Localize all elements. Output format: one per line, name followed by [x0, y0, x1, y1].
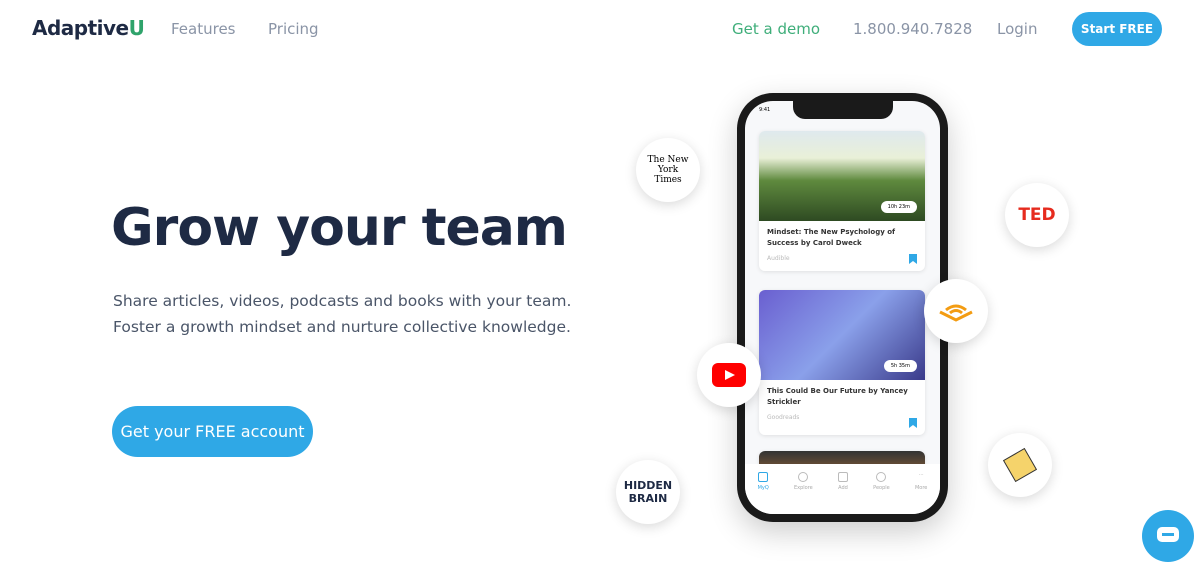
chat-button[interactable]: [1142, 510, 1194, 562]
hero-subtitle-2: Foster a growth mindset and nurture coll…: [113, 318, 571, 336]
card-title: This Could Be Our Future by Yancey Stric…: [767, 387, 908, 406]
start-free-button[interactable]: Start FREE: [1072, 12, 1162, 46]
audible-logo-icon: [924, 279, 988, 343]
card-image: 5h 35m: [759, 290, 925, 380]
newspaper-logo-icon: [988, 433, 1052, 497]
status-time: 9:41: [759, 107, 771, 113]
nyt-logo-icon: The New York Times: [636, 138, 700, 202]
phone-mockup: 9:41 10h 23m Mindset: The New Psychology…: [737, 93, 948, 522]
tab-myq[interactable]: MyQ: [758, 472, 769, 514]
duration-badge: 5h 35m: [883, 360, 917, 372]
card-image: 10h 23m: [759, 131, 925, 221]
card-title: Mindset: The New Psychology of Success b…: [767, 228, 896, 247]
content-card: 5h 35m This Could Be Our Future by Yance…: [759, 290, 925, 435]
chat-icon: [1157, 527, 1179, 542]
hero-title: Grow your team: [111, 198, 568, 258]
login-link[interactable]: Login: [997, 20, 1037, 38]
hidden-brain-logo-icon: HIDDEN BRAIN: [616, 460, 680, 524]
nav-features[interactable]: Features: [171, 20, 236, 38]
card-source: Goodreads: [767, 414, 800, 421]
tab-add[interactable]: Add: [837, 472, 848, 514]
youtube-logo-icon: [697, 343, 761, 407]
phone-notch: [792, 101, 893, 119]
logo-accent: U: [128, 16, 145, 40]
nav-pricing[interactable]: Pricing: [268, 20, 319, 38]
ted-logo-icon: TED: [1005, 183, 1069, 247]
phone-number[interactable]: 1.800.940.7828: [853, 20, 972, 38]
tab-people[interactable]: People: [873, 472, 890, 514]
tab-more[interactable]: ··· More: [915, 472, 927, 514]
duration-badge: 10h 23m: [880, 201, 917, 213]
phone-tabbar: MyQ Explore Add People ··· More: [745, 464, 940, 514]
get-free-account-button[interactable]: Get your FREE account: [112, 406, 313, 457]
logo[interactable]: AdaptiveU: [32, 16, 145, 40]
content-card: 10h 23m Mindset: The New Psychology of S…: [759, 131, 925, 271]
tab-explore[interactable]: Explore: [794, 472, 813, 514]
logo-text: Adaptive: [32, 16, 129, 40]
card-source: Audible: [767, 255, 790, 262]
get-demo-link[interactable]: Get a demo: [732, 20, 820, 38]
hero-subtitle-1: Share articles, videos, podcasts and boo…: [113, 292, 572, 310]
